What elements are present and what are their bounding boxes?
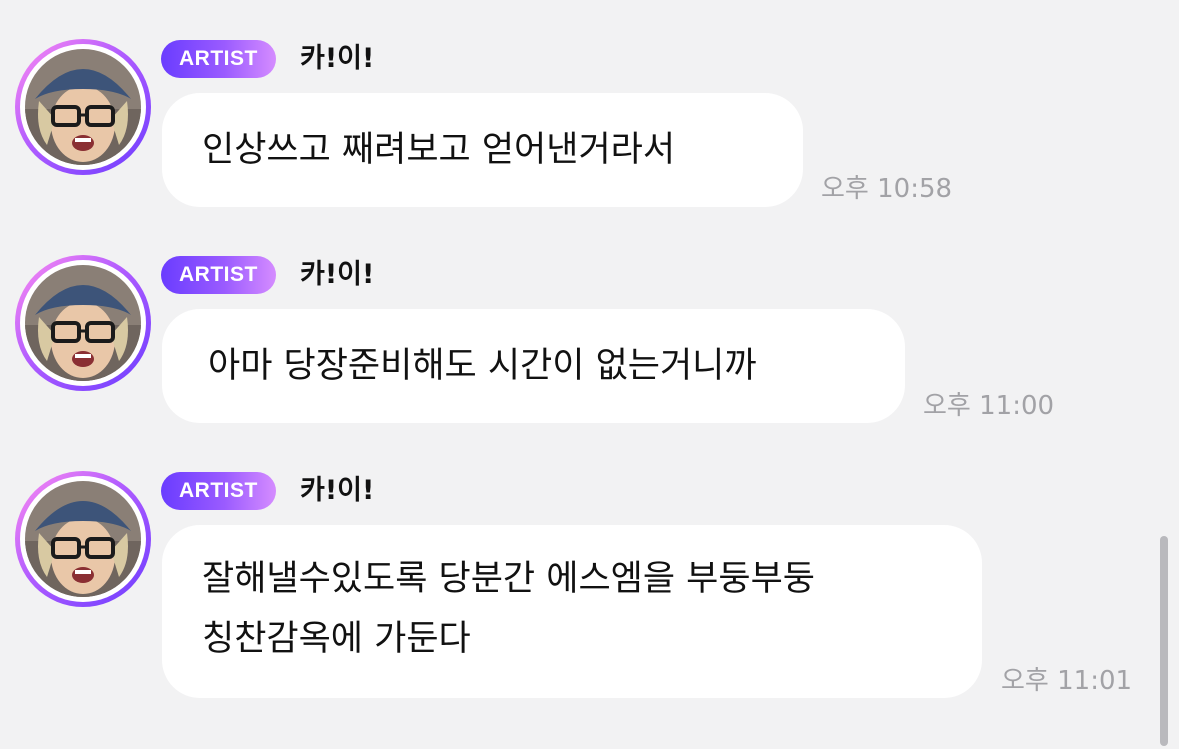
avatar[interactable] (15, 39, 151, 175)
avatar[interactable] (15, 255, 151, 391)
artist-avatar-icon (25, 265, 141, 381)
message-bubble[interactable]: 아마 당장준비해도 시간이 없는거니까 (162, 309, 905, 423)
timestamp: 오후 10:58 (821, 174, 953, 204)
artist-badge: ARTIST (161, 256, 276, 294)
message-text: 아마 당장준비해도 시간이 없는거니까 (208, 346, 757, 386)
sender-name: 카!이! (300, 475, 375, 506)
avatar[interactable] (15, 471, 151, 607)
timestamp: 오후 11:00 (923, 391, 1055, 421)
artist-avatar-icon (25, 49, 141, 165)
message-text: 인상쓰고 째려보고 얻어낸거라서 (202, 130, 676, 170)
artist-avatar-icon (25, 481, 141, 597)
timestamp: 오후 11:01 (1001, 666, 1133, 696)
message-bubble[interactable]: 잘해낼수있도록 당분간 에스엠을 부둥부둥 칭찬감옥에 가둔다 (162, 525, 982, 698)
message-text-line: 칭찬감옥에 가둔다 (202, 619, 471, 659)
scrollbar[interactable] (1160, 536, 1168, 746)
sender-name: 카!이! (300, 259, 375, 290)
sender-name: 카!이! (300, 43, 375, 74)
artist-badge: ARTIST (161, 40, 276, 78)
message-bubble[interactable]: 인상쓰고 째려보고 얻어낸거라서 (162, 93, 803, 207)
artist-badge: ARTIST (161, 472, 276, 510)
message-text-line: 잘해낼수있도록 당분간 에스엠을 부둥부둥 (202, 559, 815, 599)
